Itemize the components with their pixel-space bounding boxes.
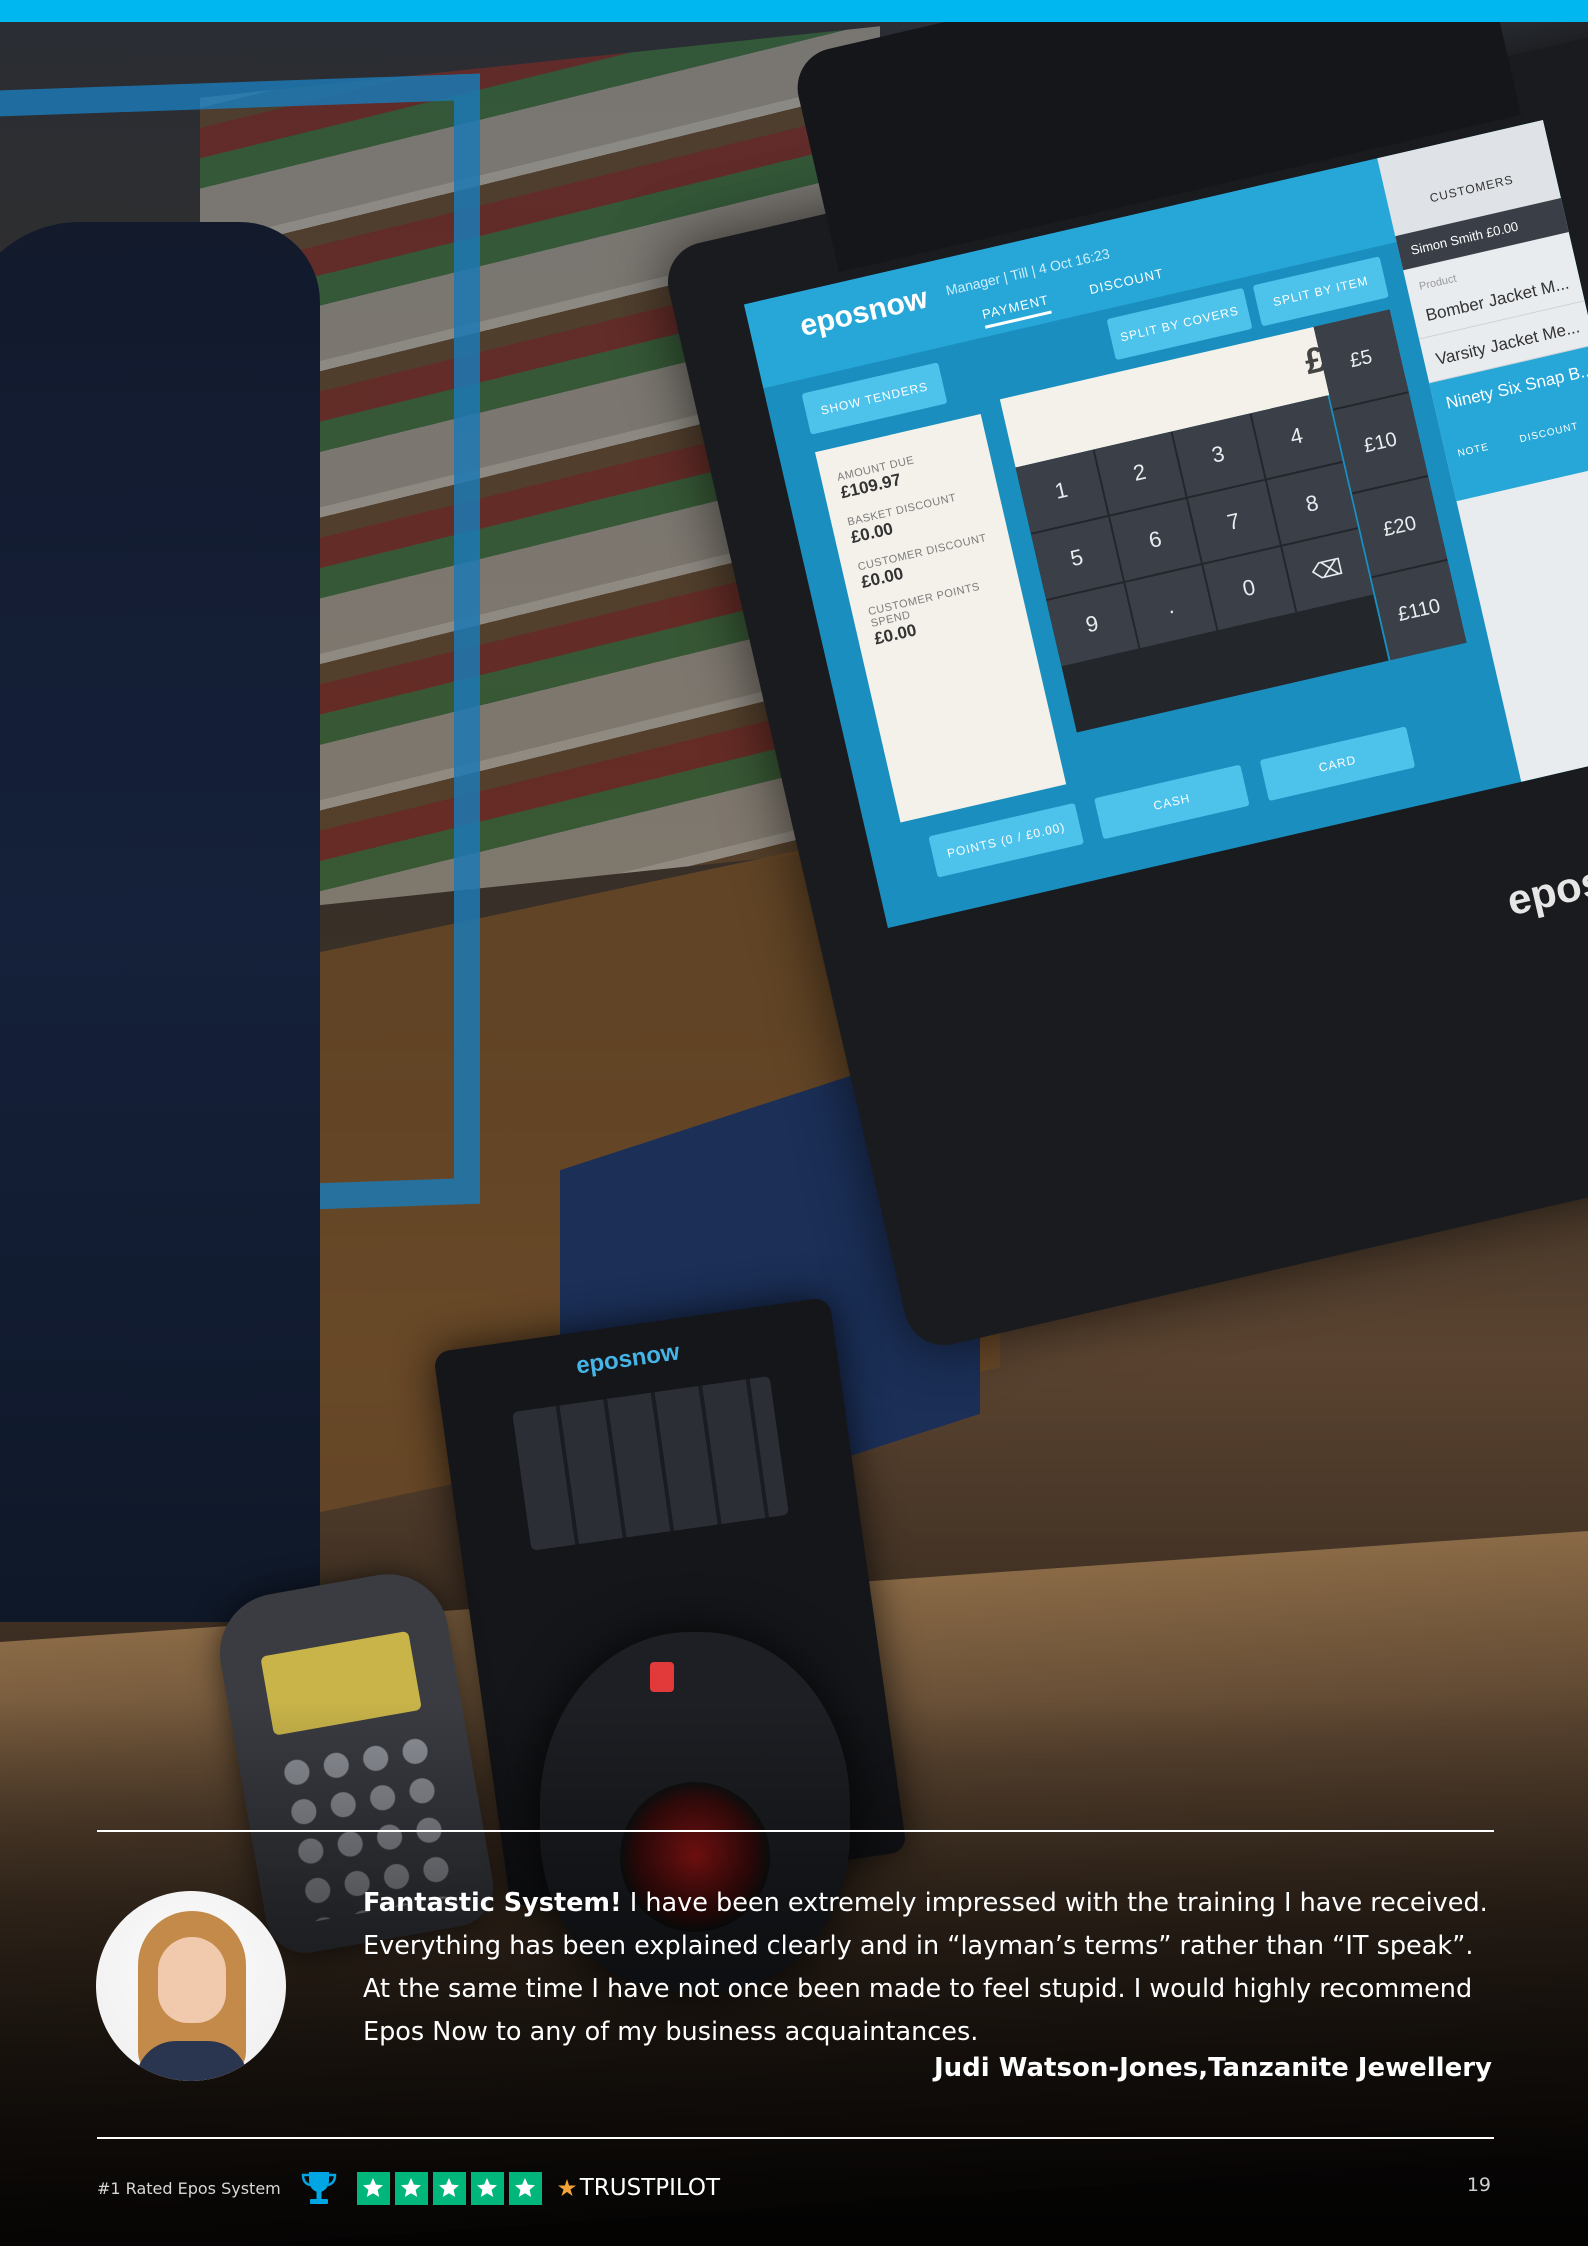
printer-paper-slot bbox=[512, 1375, 789, 1551]
tab-discount[interactable]: DISCOUNT bbox=[1088, 265, 1165, 297]
screen-meta: Manager | Till | 4 Oct 16:23 bbox=[944, 245, 1112, 299]
reviewer-avatar bbox=[96, 1891, 286, 2081]
trophy-icon bbox=[301, 2172, 337, 2204]
discount-action[interactable]: DISCOUNT bbox=[1519, 421, 1580, 445]
points-button[interactable]: POINTS (0 / £0.00) bbox=[928, 802, 1084, 878]
bezel-logo: eposnow bbox=[1502, 837, 1588, 925]
customer-figure bbox=[0, 222, 320, 1622]
testimonial-quote: Fantastic System! I have been extremely … bbox=[363, 1882, 1498, 2054]
cash-button[interactable]: CASH bbox=[1094, 764, 1250, 840]
scanner-led bbox=[650, 1662, 674, 1692]
trustpilot-label: TRUSTPILOT bbox=[579, 2175, 721, 2201]
page-number: 19 bbox=[1466, 2174, 1491, 2196]
trustpilot-stars bbox=[356, 2171, 542, 2205]
quick-key-110[interactable]: £110 bbox=[1371, 560, 1467, 661]
printer-logo: eposnow bbox=[574, 1338, 682, 1380]
note-action[interactable]: NOTE bbox=[1457, 442, 1490, 460]
star-icon bbox=[508, 2171, 542, 2205]
star-icon bbox=[394, 2171, 428, 2205]
trustpilot-logo-icon bbox=[557, 2179, 576, 2196]
star-icon bbox=[470, 2171, 504, 2205]
card-button[interactable]: CARD bbox=[1259, 726, 1416, 802]
tab-payment[interactable]: PAYMENT bbox=[980, 292, 1052, 329]
star-icon bbox=[356, 2171, 390, 2205]
testimonial-top-rule bbox=[97, 1830, 1494, 1832]
testimonial-bottom-rule bbox=[97, 2137, 1494, 2139]
testimonial-author: Judi Watson-Jones,Tanzanite Jewellery bbox=[934, 2053, 1492, 2083]
star-icon bbox=[432, 2171, 466, 2205]
quick-key-20[interactable]: £20 bbox=[1352, 476, 1448, 577]
top-accent-bar bbox=[0, 0, 1588, 22]
testimonial-lead: Fantastic System! bbox=[363, 1888, 622, 1918]
quick-key-10[interactable]: £10 bbox=[1332, 393, 1428, 493]
page-footer: #1 Rated Epos System TRUSTPILOT bbox=[97, 2168, 720, 2208]
screen-brand: eposnow bbox=[796, 281, 931, 343]
rated-label: #1 Rated Epos System bbox=[97, 2178, 281, 2198]
